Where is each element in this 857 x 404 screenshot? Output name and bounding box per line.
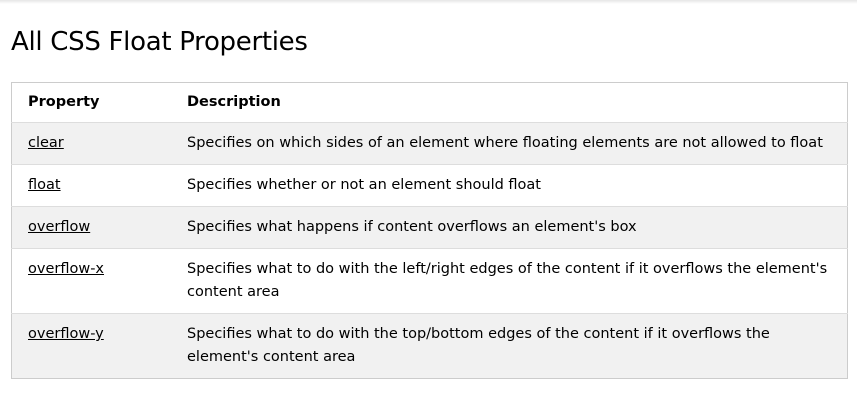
- description-cell: Specifies whether or not an element shou…: [187, 164, 848, 207]
- header-description: Description: [187, 94, 281, 110]
- table-row: overflow Specifies what happens if conte…: [11, 206, 848, 249]
- description-cell: Specifies what to do with the top/bottom…: [187, 313, 848, 379]
- property-cell: overflow-x: [11, 248, 187, 314]
- property-link-float[interactable]: float: [28, 177, 61, 193]
- property-link-overflow-x[interactable]: overflow-x: [28, 261, 104, 277]
- property-cell: overflow-y: [11, 313, 187, 379]
- description-cell: Specifies what happens if content overfl…: [187, 206, 848, 249]
- property-link-overflow[interactable]: overflow: [28, 219, 90, 235]
- description-cell: Specifies what to do with the left/right…: [187, 248, 848, 314]
- page: All CSS Float Properties Property Descri…: [0, 0, 857, 404]
- page-title: All CSS Float Properties: [11, 27, 308, 57]
- table-row: overflow-y Specifies what to do with the…: [11, 313, 848, 379]
- property-link-clear[interactable]: clear: [28, 135, 64, 151]
- property-cell: overflow: [11, 206, 187, 249]
- table-row: clear Specifies on which sides of an ele…: [11, 122, 848, 165]
- table-row: overflow-x Specifies what to do with the…: [11, 248, 848, 314]
- top-shadow: [0, 0, 857, 4]
- table-row: float Specifies whether or not an elemen…: [11, 164, 848, 207]
- float-properties-table: Property Description clear Specifies on …: [11, 82, 848, 379]
- header-property: Property: [28, 94, 100, 110]
- property-cell: clear: [11, 122, 187, 165]
- property-link-overflow-y[interactable]: overflow-y: [28, 326, 104, 342]
- table-header-row: Property Description: [12, 83, 848, 123]
- property-cell: float: [11, 164, 187, 207]
- description-cell: Specifies on which sides of an element w…: [187, 122, 848, 165]
